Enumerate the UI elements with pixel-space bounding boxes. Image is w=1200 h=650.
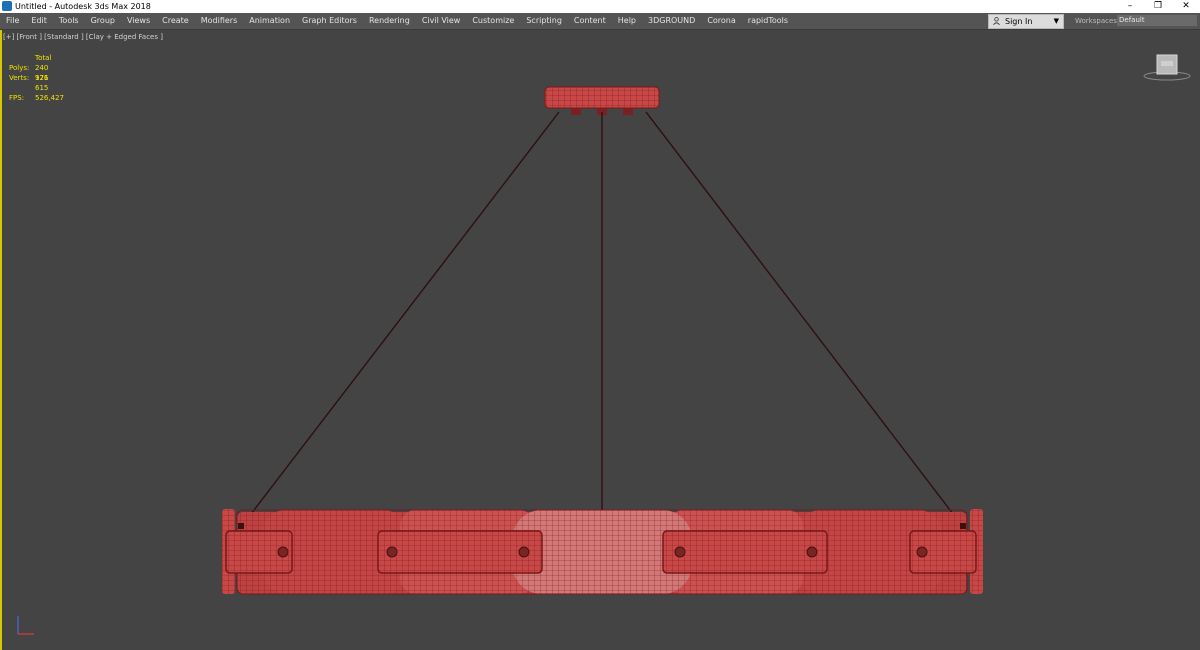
axis-tripod-icon (17, 616, 34, 635)
scene-canvas (222, 86, 983, 595)
polys-label: Polys: (9, 64, 30, 72)
fps-label: FPS: (9, 94, 25, 102)
suspension-cables (240, 111, 964, 528)
viewport-label[interactable]: [+] [Front ] [Standard ] [Clay + Edged F… (3, 33, 163, 41)
verts-value: 121 615 (35, 74, 49, 92)
chandelier-ring (222, 509, 983, 595)
verts-label: Verts: (9, 74, 30, 82)
stats-header: Total (35, 54, 52, 62)
ceiling-canopy (544, 86, 660, 115)
fps-value: 526,427 (35, 94, 64, 102)
viewcube-icon[interactable] (1142, 52, 1192, 82)
